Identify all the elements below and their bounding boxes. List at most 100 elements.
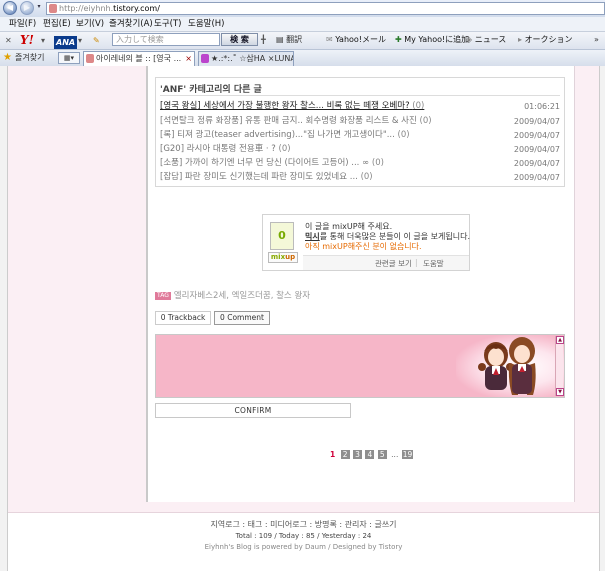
- category-posts-box: 'ANF' 카테고리의 다른 글 [영국 왕실] 세상에서 가장 불행한 왕자 …: [155, 77, 565, 187]
- mixup-line2: 믹시를 통해 더욱많은 분들이 이 글을 보게됩니다.: [305, 232, 470, 242]
- post-title[interactable]: [석면탈크 정류 화장품] 유통 판매 금지.. 회수명령 화장품 리스트 & …: [160, 116, 417, 126]
- last-page-link[interactable]: 19: [401, 450, 414, 459]
- favorites-label[interactable]: 즐겨찾기: [15, 52, 44, 64]
- toolbar-auction[interactable]: ▸ オークション: [518, 33, 573, 46]
- comment-textarea[interactable]: ▲ ▼: [155, 334, 565, 398]
- search-option-icon[interactable]: ╋: [261, 33, 266, 46]
- address-subdomain: eiyhnh.: [83, 4, 114, 13]
- comment-scrollbar[interactable]: ▲ ▼: [555, 336, 564, 396]
- post-date: 01:06:21: [524, 102, 560, 111]
- related-posts-link[interactable]: 관련글 보기: [375, 258, 412, 269]
- post-title[interactable]: [영국 왕실] 세상에서 가장 불행한 왕자 찰스... 비록 없는 떼쟁 오베…: [160, 101, 410, 111]
- mixup-count-icon[interactable]: 0: [270, 222, 294, 250]
- post-content: 'ANF' 카테고리의 다른 글 [영국 왕실] 세상에서 가장 불행한 왕자 …: [146, 66, 575, 502]
- post-title[interactable]: [소품] 가까이 하기엔 너무 먼 당신 (다이어트 고등어) ... ∞: [160, 158, 369, 168]
- tab-favicon-icon: [86, 54, 94, 63]
- toolbar-translate-button[interactable]: ▤ 翻訳: [276, 33, 302, 46]
- category-post[interactable]: [석면탈크 정류 화장품] 유통 판매 금지.. 회수명령 화장품 리스트 & …: [160, 115, 560, 128]
- ana-dropdown-icon[interactable]: ▾: [78, 34, 82, 47]
- toolbar-news[interactable]: ◈ ニュース: [466, 33, 506, 46]
- menu-favorites[interactable]: 즐겨찾기(A): [109, 18, 153, 30]
- favorites-star-icon[interactable]: ★: [3, 52, 12, 64]
- category-post[interactable]: [영국 왕실] 세상에서 가장 불행한 왕자 찰스... 비록 없는 떼쟁 오베…: [160, 100, 560, 113]
- address-bar[interactable]: http://eiyhnh.tistory.com/: [46, 2, 605, 15]
- category-post[interactable]: [잡담] 파란 장미도 신기했는데 파란 장미도 있었네요 ... (0) 20…: [160, 171, 560, 184]
- mail-icon: ✉: [326, 35, 336, 44]
- translate-icon: ▤: [276, 35, 287, 44]
- post-date: 2009/04/07: [513, 173, 560, 182]
- category-post[interactable]: [록] 티져 광고(teaser advertising)..."집 나가면 개…: [160, 129, 560, 142]
- post-title[interactable]: [G20] 라시아 대통령 전용車 · ?: [160, 144, 276, 154]
- confirm-button[interactable]: CONFIRM: [155, 403, 351, 418]
- category-post[interactable]: [G20] 라시아 대통령 전용車 · ? (0) 2009/04/07: [160, 143, 560, 156]
- news-icon: ◈: [466, 35, 475, 44]
- post-date: 2009/04/07: [513, 131, 560, 140]
- post-comment-count: (0): [371, 158, 384, 168]
- menu-help[interactable]: 도움말(H): [188, 18, 224, 30]
- scroll-up-icon[interactable]: ▲: [556, 336, 564, 344]
- post-date: 2009/04/07: [513, 159, 560, 168]
- tab-row: ★ 즐겨찾기 ▦▾ 아이레네의 블 :: [영국 ... × ★.:*:.˚ ☆…: [0, 49, 605, 66]
- post-comment-count: (0): [360, 172, 373, 182]
- ana-logo[interactable]: ANA: [54, 36, 78, 49]
- back-arrow-icon: ◀: [6, 3, 14, 12]
- news-label: ニュース: [474, 35, 507, 44]
- page-viewport: 'ANF' 카테고리의 다른 글 [영국 왕실] 세상에서 가장 불행한 왕자 …: [0, 66, 605, 571]
- page-link[interactable]: 4: [365, 450, 375, 459]
- mixup-logo[interactable]: mixup: [268, 252, 298, 263]
- mixsy-link[interactable]: 믹시: [305, 232, 320, 241]
- toolbar-close-icon[interactable]: ✕: [5, 34, 12, 47]
- menu-edit[interactable]: 편집(E): [43, 18, 71, 30]
- help-link[interactable]: 도움말: [423, 258, 444, 269]
- scroll-down-icon[interactable]: ▼: [556, 388, 564, 396]
- post-comment-count: (0): [419, 116, 432, 126]
- footer-links[interactable]: 지역로그 : 태그 : 미디어로그 : 방명록 : 관리자 : 글쓰기: [8, 519, 599, 530]
- post-title[interactable]: [잡담] 파란 장미도 신기했는데 파란 장미도 있었네요 ...: [160, 172, 358, 182]
- page-link[interactable]: 2: [340, 450, 350, 459]
- visitor-stats: Total : 109 / Today : 85 / Yesterday : 2…: [235, 532, 372, 540]
- toolbar-search-button[interactable]: 検 索: [221, 33, 258, 46]
- quick-tabs-icon[interactable]: ▦▾: [58, 52, 80, 64]
- menu-file[interactable]: 파일(F): [9, 18, 36, 30]
- mixup-footer: 관련글 보기 | 도움말: [303, 255, 469, 270]
- post-comment-count: (0): [412, 101, 425, 111]
- menu-view[interactable]: 보기(V): [76, 18, 104, 30]
- translate-label: 翻訳: [286, 35, 303, 44]
- current-page: 1: [330, 450, 336, 459]
- comment-button[interactable]: 0 Comment: [214, 311, 270, 325]
- site-favicon-icon: [49, 4, 57, 13]
- yahoo-mail-label: Yahoo!メール: [335, 35, 387, 44]
- mixup-line3: 아직 mixUP해주신 분이 없습니다.: [305, 242, 422, 251]
- toolbar-my-yahoo[interactable]: ✚ My Yahoo!に追加: [395, 33, 469, 46]
- plus-icon: ✚: [395, 35, 405, 44]
- page-link[interactable]: 5: [377, 450, 387, 459]
- tab-close-icon[interactable]: ×: [185, 52, 192, 65]
- post-comment-count: (0): [397, 130, 410, 140]
- tag-list[interactable]: 엘리자베스2세, 엑일즈더꿈, 찰스 왕자: [174, 291, 310, 301]
- address-prefix: http://: [59, 4, 84, 13]
- category-post[interactable]: [소품] 가까이 하기엔 너무 먼 당신 (다이어트 고등어) ... ∞ (0…: [160, 157, 560, 170]
- forward-button[interactable]: ▶: [20, 1, 34, 15]
- page-link[interactable]: 3: [353, 450, 362, 459]
- toolbar-yahoo-mail[interactable]: ✉ Yahoo!メール: [326, 33, 386, 46]
- tab-active[interactable]: 아이레네의 블 :: [영국 ... ×: [83, 51, 195, 66]
- yahoo-dropdown-icon[interactable]: ▾: [41, 34, 45, 47]
- toolbar-search-input[interactable]: 入力して検索: [112, 33, 220, 46]
- history-dropdown-icon[interactable]: ▾: [35, 1, 43, 15]
- mixup-line1: 이 글을 mixUP해 주세요.: [305, 222, 393, 231]
- tag-badge: TAG: [155, 292, 171, 300]
- back-button[interactable]: ◀: [3, 1, 17, 15]
- browser-chrome: ◀ ▶ ▾ http://eiyhnh.tistory.com/ 파일(F) 편…: [0, 0, 605, 66]
- tab-title: ★.:*:.˚ ☆삼HA ×LUNAparkIS ...: [211, 54, 294, 63]
- divider: [160, 95, 560, 96]
- post-date: 2009/04/07: [513, 117, 560, 126]
- left-frame: [0, 66, 8, 571]
- toolbar-overflow-icon[interactable]: »: [594, 33, 599, 46]
- trackback-button[interactable]: 0 Trackback: [155, 311, 211, 325]
- menu-tools[interactable]: 도구(T): [154, 18, 181, 30]
- tab-inactive[interactable]: ★.:*:.˚ ☆삼HA ×LUNAparkIS ...: [198, 51, 294, 66]
- pencil-icon[interactable]: ✎: [93, 34, 100, 47]
- address-domain: tistory.com/: [113, 4, 160, 13]
- yahoo-logo[interactable]: Y!: [20, 34, 34, 47]
- post-title[interactable]: [록] 티져 광고(teaser advertising)..."집 나가면 개…: [160, 130, 395, 140]
